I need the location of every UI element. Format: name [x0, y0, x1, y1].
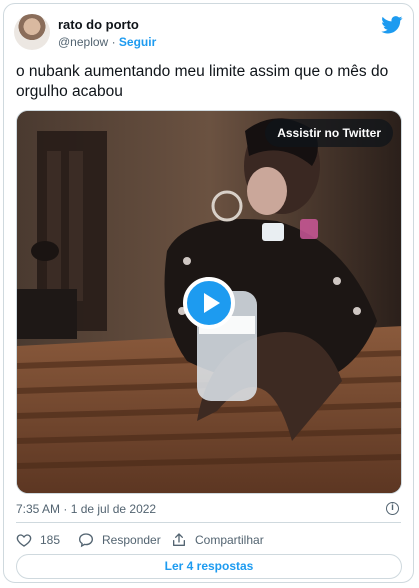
reply-bubble-icon — [78, 533, 94, 548]
follow-link[interactable]: Seguir — [119, 35, 156, 49]
info-icon[interactable]: i — [386, 502, 399, 515]
like-count: 185 — [40, 533, 61, 547]
video-player[interactable]: Assistir no Twitter — [16, 110, 402, 494]
tweet-card: rato do porto @neplow · Seguir o nubank … — [3, 3, 414, 583]
reply-button[interactable]: Responder — [78, 531, 168, 549]
author-handle-row: @neplow · Seguir — [58, 35, 156, 49]
twitter-bird-icon[interactable] — [381, 16, 403, 34]
author-name[interactable]: rato do porto — [58, 17, 139, 32]
read-replies-button[interactable]: Ler 4 respostas — [16, 554, 402, 579]
tweet-header: rato do porto @neplow · Seguir — [14, 14, 403, 54]
tweet-text: o nubank aumentando meu limite assim que… — [16, 63, 389, 100]
author-handle[interactable]: @neplow — [58, 35, 108, 49]
tweet-timestamp[interactable]: 7:35 AM · 1 de jul de 2022 — [16, 502, 156, 516]
share-button[interactable]: Compartilhar — [171, 531, 271, 549]
share-label: Compartilhar — [195, 533, 264, 547]
like-button[interactable]: 185 — [16, 531, 66, 549]
heart-icon — [16, 534, 32, 547]
share-upload-icon — [173, 533, 185, 546]
watch-on-twitter-button[interactable]: Assistir no Twitter — [265, 119, 393, 147]
avatar[interactable] — [14, 14, 50, 50]
divider — [16, 522, 401, 523]
play-button-icon[interactable] — [183, 277, 235, 329]
handle-separator: · — [111, 35, 116, 49]
reply-label: Responder — [102, 533, 161, 547]
